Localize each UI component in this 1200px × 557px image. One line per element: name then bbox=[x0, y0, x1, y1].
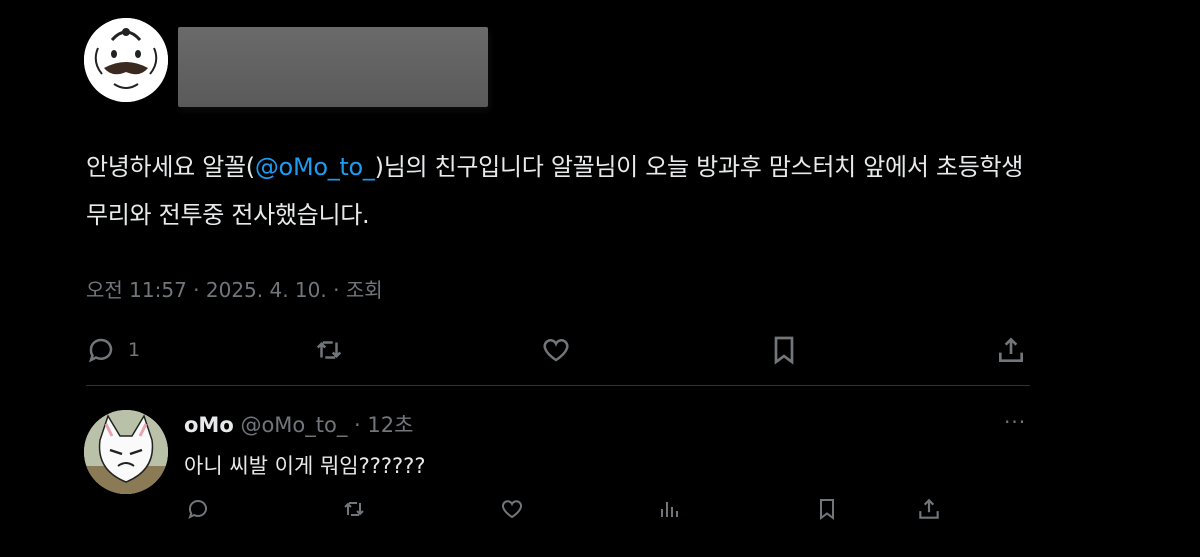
reply-author-name[interactable]: oMo bbox=[184, 413, 234, 437]
reply-text: 아니 씨발 이게 뭐임?????? bbox=[184, 454, 426, 478]
reply-time[interactable]: 12초 bbox=[367, 413, 413, 437]
reply-author-handle[interactable]: @oMo_to_ bbox=[240, 413, 347, 437]
like-button[interactable] bbox=[540, 332, 572, 368]
tweet-date[interactable]: 2025. 4. 10. bbox=[206, 278, 327, 302]
bookmark-icon bbox=[774, 336, 794, 365]
share-icon bbox=[999, 337, 1023, 362]
views-icon bbox=[661, 502, 678, 517]
reply-avatar[interactable] bbox=[84, 410, 168, 494]
share-icon bbox=[919, 498, 939, 519]
reply-header: oMo @oMo_to_ · 12초 bbox=[184, 413, 414, 437]
mention-link[interactable]: @oMo_to_ bbox=[255, 153, 375, 181]
more-icon[interactable]: ··· bbox=[1004, 410, 1026, 434]
retweet-icon bbox=[344, 502, 364, 516]
reply-share-button[interactable] bbox=[916, 495, 942, 523]
share-button[interactable] bbox=[995, 332, 1027, 368]
redacted-author-name bbox=[178, 27, 488, 107]
like-icon bbox=[543, 339, 569, 362]
author-avatar[interactable] bbox=[84, 18, 168, 102]
reply-retweet-button[interactable] bbox=[341, 495, 367, 523]
reply-reply-button[interactable] bbox=[186, 495, 210, 523]
views-label: 조회 bbox=[345, 278, 383, 302]
retweet-button[interactable] bbox=[313, 332, 345, 368]
bookmark-button[interactable] bbox=[768, 332, 800, 368]
reply-views-button[interactable] bbox=[657, 495, 681, 523]
retweet-icon bbox=[316, 341, 342, 359]
divider bbox=[86, 385, 1030, 386]
reply-bookmark-button[interactable] bbox=[815, 495, 839, 523]
reply-button[interactable]: 1 bbox=[86, 332, 140, 368]
reply-like-button[interactable] bbox=[499, 495, 525, 523]
avatar-image bbox=[84, 18, 168, 102]
bookmark-icon bbox=[820, 499, 834, 520]
reply-icon bbox=[188, 500, 207, 519]
tweet-meta: 오전 11:57 · 2025. 4. 10. · 조회 bbox=[86, 278, 383, 302]
tweet-text: 안녕하세요 알꼴(@oMo_to_)님의 친구입니다 알꼴님이 오늘 방과후 맘… bbox=[86, 153, 1024, 229]
reply-icon bbox=[88, 338, 113, 363]
like-icon bbox=[501, 500, 523, 519]
reply-count: 1 bbox=[128, 339, 141, 361]
tweet-time[interactable]: 오전 11:57 bbox=[86, 278, 187, 302]
reply-avatar-image bbox=[84, 410, 168, 494]
